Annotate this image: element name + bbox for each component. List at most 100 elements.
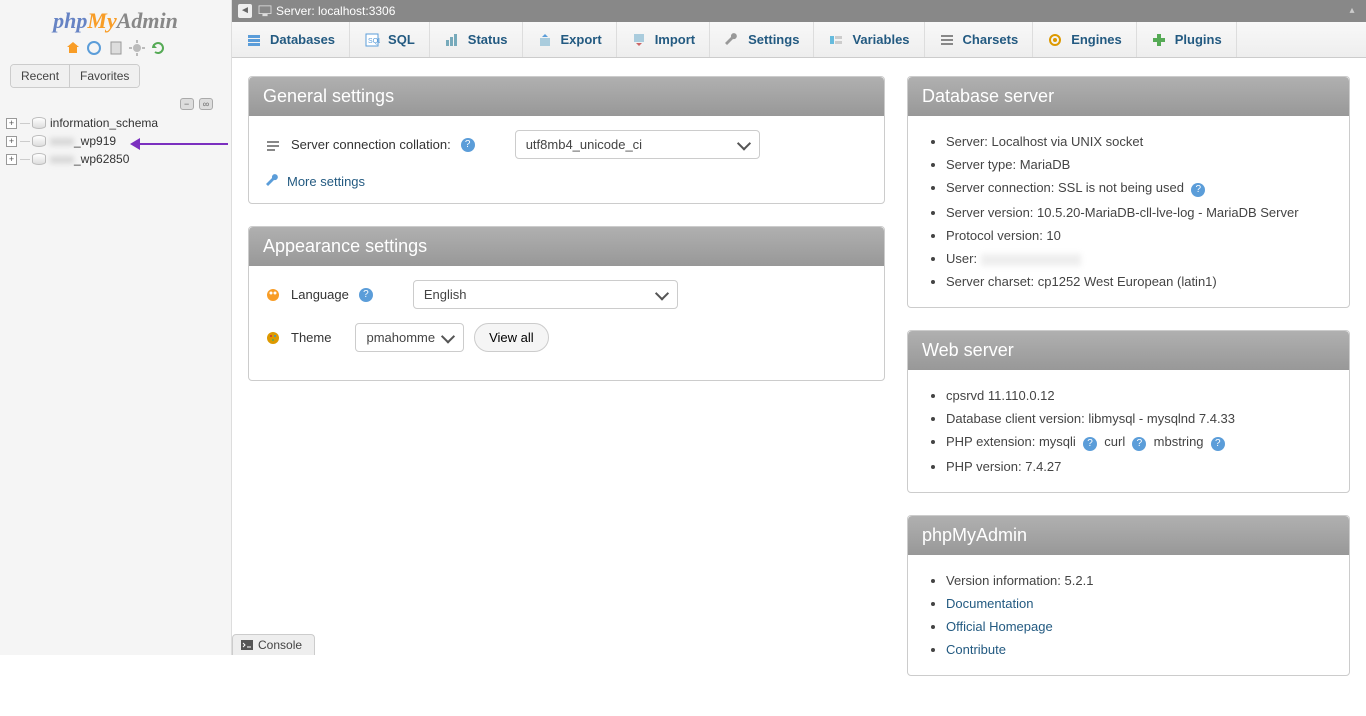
tree-item-wp62850[interactable]: + xxxx_wp62850 (6, 150, 225, 168)
reload-icon[interactable] (150, 40, 166, 56)
more-settings-link[interactable]: More settings (265, 173, 868, 189)
pma-list: Version information: 5.2.1 Documentation… (924, 569, 1333, 661)
help-icon[interactable]: ? (359, 288, 373, 302)
documentation-link[interactable]: Documentation (946, 596, 1033, 611)
collapse-all-icon[interactable]: − (180, 98, 194, 110)
theme-label: Theme (291, 330, 331, 345)
expand-icon[interactable]: + (6, 154, 17, 165)
help-icon[interactable]: ? (461, 138, 475, 152)
list-item: Server version: 10.5.20-MariaDB-cll-lve-… (946, 201, 1333, 224)
web-server-list: cpsrvd 11.110.0.12 Database client versi… (924, 384, 1333, 478)
settings-icon[interactable] (129, 40, 145, 56)
language-label: Language (291, 287, 349, 302)
list-item: Server type: MariaDB (946, 153, 1333, 176)
tab-recent[interactable]: Recent (11, 65, 69, 87)
engines-icon (1047, 32, 1063, 48)
tab-sql[interactable]: SQLSQL (350, 22, 430, 57)
collapse-top-icon[interactable]: ▴ (1344, 5, 1360, 17)
plugins-icon (1151, 32, 1167, 48)
expand-icon[interactable]: + (6, 136, 17, 147)
list-item: PHP extension: mysqli ? curl ? mbstring … (946, 430, 1333, 455)
collation-label: Server connection collation: (291, 137, 451, 152)
view-all-button[interactable]: View all (474, 323, 549, 352)
list-item: Documentation (946, 592, 1333, 615)
docs-icon[interactable] (108, 40, 124, 56)
tab-export[interactable]: Export (523, 22, 617, 57)
databases-icon (246, 32, 262, 48)
language-select[interactable]: English (413, 280, 678, 309)
list-item: cpsrvd 11.110.0.12 (946, 384, 1333, 407)
panel-title: phpMyAdmin (908, 516, 1349, 555)
panel-appearance-settings: Appearance settings Language ? English T… (248, 226, 885, 381)
sidebar-toggle-icon[interactable]: ◄ (238, 4, 252, 18)
list-item: User: (946, 247, 1333, 270)
tab-charsets[interactable]: Charsets (925, 22, 1034, 57)
tree-controls: − ∞ (0, 94, 231, 114)
help-icon[interactable]: ? (1211, 437, 1225, 451)
export-icon (537, 32, 553, 48)
breadcrumb-server[interactable]: Server: localhost:3306 (276, 4, 395, 18)
tab-status[interactable]: Status (430, 22, 523, 57)
main-area: ◄ Server: localhost:3306 ▴ Databases SQL… (232, 0, 1366, 655)
collation-icon (265, 137, 281, 153)
main-tabs: Databases SQLSQL Status Export Import Se… (232, 22, 1366, 58)
panel-database-server: Database server Server: Localhost via UN… (907, 76, 1350, 308)
collation-select[interactable]: utf8mb4_unicode_ci (515, 130, 760, 159)
logo-php: php (53, 8, 87, 33)
annotation-arrow (130, 140, 228, 148)
tree-label: xxxx_wp62850 (50, 152, 129, 166)
link-icon[interactable]: ∞ (199, 98, 213, 110)
theme-icon (265, 330, 281, 346)
list-item: Database client version: libmysql - mysq… (946, 407, 1333, 430)
panel-general-settings: General settings Server connection colla… (248, 76, 885, 204)
database-icon (32, 135, 46, 147)
list-item: Contribute (946, 638, 1333, 661)
help-icon[interactable]: ? (1083, 437, 1097, 451)
list-item: Official Homepage (946, 615, 1333, 638)
home-icon[interactable] (65, 40, 81, 56)
language-icon (265, 287, 281, 303)
tab-favorites[interactable]: Favorites (69, 65, 139, 87)
logout-icon[interactable] (86, 40, 102, 56)
panel-title: Appearance settings (249, 227, 884, 266)
logo[interactable]: phpMyAdmin (0, 0, 231, 38)
tab-variables[interactable]: Variables (814, 22, 924, 57)
list-item: Protocol version: 10 (946, 224, 1333, 247)
sql-icon: SQL (364, 32, 380, 48)
list-item: Server: Localhost via UNIX socket (946, 130, 1333, 153)
panel-web-server: Web server cpsrvd 11.110.0.12 Database c… (907, 330, 1350, 493)
import-icon (631, 32, 647, 48)
panel-title: General settings (249, 77, 884, 116)
database-icon (32, 117, 46, 129)
tab-plugins[interactable]: Plugins (1137, 22, 1237, 57)
panel-title: Database server (908, 77, 1349, 116)
tab-settings[interactable]: Settings (710, 22, 814, 57)
panel-phpmyadmin: phpMyAdmin Version information: 5.2.1 Do… (907, 515, 1350, 676)
wrench-icon (724, 32, 740, 48)
tree-connector (20, 141, 30, 142)
variables-icon (828, 32, 844, 48)
db-server-list: Server: Localhost via UNIX socket Server… (924, 130, 1333, 293)
help-icon[interactable]: ? (1191, 183, 1205, 197)
svg-text:SQL: SQL (368, 38, 380, 45)
breadcrumb-bar: ◄ Server: localhost:3306 ▴ (232, 0, 1366, 22)
expand-icon[interactable]: + (6, 118, 17, 129)
tree-item-information-schema[interactable]: + information_schema (6, 114, 225, 132)
list-item: PHP version: 7.4.27 (946, 455, 1333, 478)
sidebar: phpMyAdmin Recent Favorites − ∞ + inform… (0, 0, 232, 655)
tab-databases[interactable]: Databases (232, 22, 350, 57)
tree-label: xxxx_wp919 (50, 134, 116, 148)
list-item: Version information: 5.2.1 (946, 569, 1333, 592)
sidebar-tabs: Recent Favorites (10, 64, 140, 88)
list-item: Server connection: SSL is not being used… (946, 176, 1333, 201)
tab-import[interactable]: Import (617, 22, 710, 57)
tab-engines[interactable]: Engines (1033, 22, 1137, 57)
tree-connector (20, 123, 30, 124)
server-icon (258, 5, 272, 17)
homepage-link[interactable]: Official Homepage (946, 619, 1053, 634)
theme-select[interactable]: pmahomme (355, 323, 464, 352)
help-icon[interactable]: ? (1132, 437, 1146, 451)
wrench-icon (265, 173, 281, 189)
list-item: Server charset: cp1252 West European (la… (946, 270, 1333, 293)
console-toggle[interactable]: Console (232, 634, 315, 655)
